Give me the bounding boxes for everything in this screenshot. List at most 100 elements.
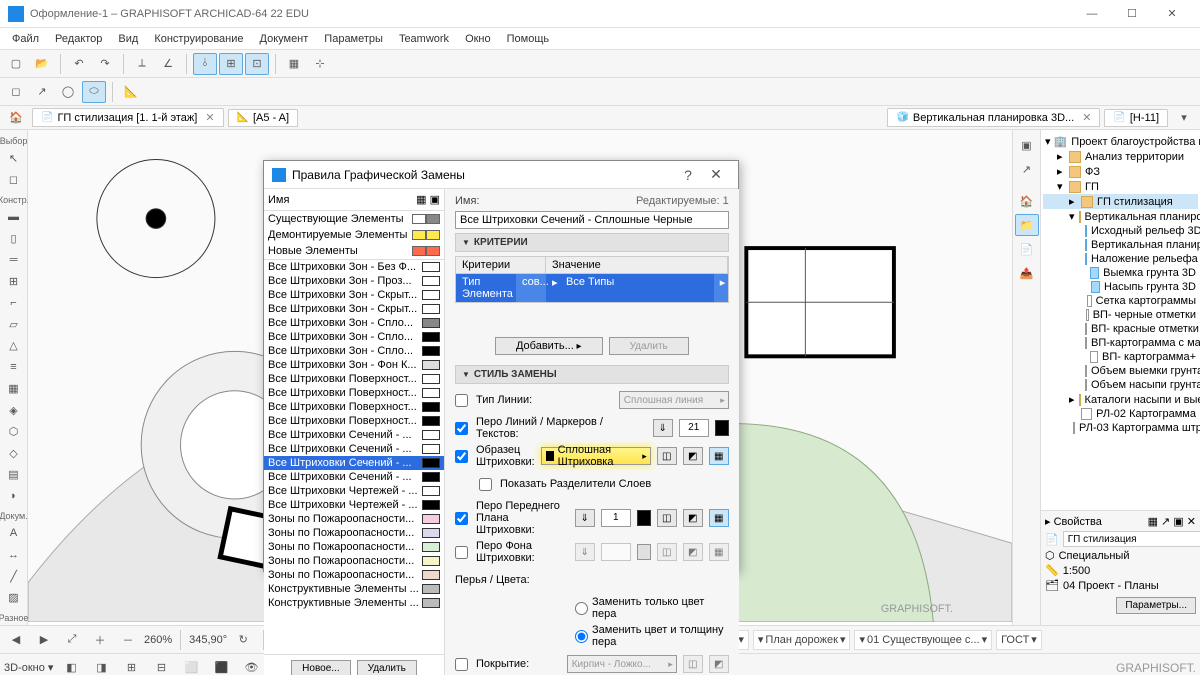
zoom-in-icon[interactable]: ＋ xyxy=(88,629,112,651)
tab-1[interactable]: 📄 ГП стилизация [1. 1-й этаж]✕ xyxy=(32,108,224,127)
rule-row[interactable]: Все Штриховки Зон - Спло... xyxy=(264,344,444,358)
fg-2-icon[interactable]: ◩ xyxy=(683,509,703,527)
3d-window-combo[interactable]: 3D-окно ▾ xyxy=(4,661,53,674)
props-icons[interactable]: ▦ ↗ ▣ ✕ xyxy=(1148,515,1196,528)
nav-viewmap-icon[interactable]: 📁 xyxy=(1015,214,1039,236)
add-criterion-button[interactable]: Добавить... ▸ xyxy=(495,337,603,355)
rule-row[interactable]: Все Штриховки Сечений - ... xyxy=(264,442,444,456)
menu-teamwork[interactable]: Teamwork xyxy=(391,31,457,47)
tree-item[interactable]: ВП- черные отметки xyxy=(1043,308,1198,322)
rule-row[interactable]: Все Штриховки Поверхност... xyxy=(264,400,444,414)
pen-lines-swatch[interactable] xyxy=(715,420,729,436)
shell-tool-icon[interactable]: ◗ xyxy=(2,486,26,506)
stair-tool-icon[interactable]: ≡ xyxy=(2,357,26,377)
window-tool-icon[interactable]: ⊞ xyxy=(2,271,26,291)
menu-edit[interactable]: Редактор xyxy=(47,31,110,47)
criteria-row[interactable]: Тип Элемента сов... ▸ Все Типы ▸ xyxy=(456,274,728,302)
rule-row[interactable]: Все Штриховки Зон - Скрыт... xyxy=(264,288,444,302)
fill-sample-combo[interactable]: Сплошная Штриховка xyxy=(541,447,651,465)
open-icon[interactable]: 📂 xyxy=(30,53,54,75)
tree-item[interactable]: Исходный рельеф 3D xyxy=(1043,224,1198,238)
tab-3[interactable]: 🧊 Вертикальная планировка 3D...✕ xyxy=(887,108,1100,127)
cb-3-icon[interactable]: ⊞ xyxy=(119,657,143,675)
rule-row[interactable]: Зоны по Пожароопасности... xyxy=(264,512,444,526)
redo-icon[interactable]: ↷ xyxy=(93,53,117,75)
grid-snap-icon[interactable]: ⊹ xyxy=(308,53,332,75)
nav-home-icon[interactable]: 🏠 xyxy=(1015,190,1039,212)
tree-item[interactable]: ▸Анализ территории xyxy=(1043,149,1198,164)
props-name-input[interactable] xyxy=(1063,531,1200,547)
fg-1-icon[interactable]: ◫ xyxy=(657,509,677,527)
criteria-section-header[interactable]: КРИТЕРИИ xyxy=(455,233,729,252)
menu-view[interactable]: Вид xyxy=(110,31,146,47)
fill-tool-icon[interactable]: ▨ xyxy=(2,588,26,608)
menu-help[interactable]: Помощь xyxy=(499,31,558,47)
navigator-tree[interactable]: ▾ 🏢Проект благоустройства и озеленения ▸… xyxy=(1041,130,1200,510)
rule-row[interactable]: Конструктивные Элементы ... xyxy=(264,582,444,596)
show-separators-checkbox[interactable] xyxy=(479,478,492,491)
nav-back-icon[interactable]: ◀ xyxy=(4,629,28,651)
fill-sample-checkbox[interactable] xyxy=(455,450,468,463)
sel-lasso-icon[interactable]: ◯ xyxy=(56,81,80,103)
delete-rule-button[interactable]: Удалить xyxy=(357,660,417,675)
rule-row[interactable]: Все Штриховки Сечений - ... xyxy=(264,456,444,470)
nav-publisher-icon[interactable]: 📤 xyxy=(1015,262,1039,284)
cb-4-icon[interactable]: ⊟ xyxy=(149,657,173,675)
tree-item[interactable]: ▸Каталоги насыпи и выемки xyxy=(1043,392,1198,407)
nav-layout-icon[interactable]: 📄 xyxy=(1015,238,1039,260)
rotate-icon[interactable]: ↻ xyxy=(231,629,255,651)
arrow-tool-icon[interactable]: ↖ xyxy=(2,148,26,168)
tree-item[interactable]: ▸ФЗ xyxy=(1043,164,1198,179)
close-button[interactable]: ✕ xyxy=(1152,0,1192,28)
rule-row[interactable]: Зоны по Пожароопасности... xyxy=(264,540,444,554)
tree-item[interactable]: ВП-картограмма с маркерами xyxy=(1043,336,1198,350)
line-type-combo[interactable]: Сплошная линия xyxy=(619,391,729,409)
nav-pop-icon[interactable]: ↗ xyxy=(1015,158,1039,180)
tree-item[interactable]: Насыпь грунта 3D xyxy=(1043,280,1198,294)
fg-3-icon[interactable]: ▦ xyxy=(709,509,729,527)
rule-row[interactable]: Конструктивные Элементы ... xyxy=(264,596,444,610)
beam-tool-icon[interactable]: ═ xyxy=(2,250,26,270)
zoom-fit-icon[interactable]: ⤢ xyxy=(60,629,84,651)
cb-1-icon[interactable]: ◧ xyxy=(59,657,83,675)
menu-window[interactable]: Окно xyxy=(457,31,499,47)
tree-item[interactable]: Сетка картограммы xyxy=(1043,294,1198,308)
rule-row[interactable]: Все Штриховки Зон - Скрыт... xyxy=(264,302,444,316)
rule-name-input[interactable] xyxy=(455,211,729,229)
tree-item[interactable]: Выемка грунта 3D xyxy=(1043,266,1198,280)
tree-item[interactable]: ВП- картограмма+ xyxy=(1043,350,1198,364)
snap-icon[interactable]: ⫰ xyxy=(193,53,217,75)
mesh-tool-icon[interactable]: ▦ xyxy=(2,379,26,399)
pen-lines-arrow-icon[interactable]: ⇓ xyxy=(653,419,673,437)
tree-item[interactable]: Объем насыпи грунта xyxy=(1043,378,1198,392)
rule-row[interactable]: Все Штриховки Зон - Спло... xyxy=(264,316,444,330)
tab-4[interactable]: 📄 [H-11] xyxy=(1104,109,1168,127)
fill-3-icon[interactable]: ▦ xyxy=(709,447,729,465)
rule-row[interactable]: Все Штриховки Поверхност... xyxy=(264,414,444,428)
cb-7-icon[interactable]: 👁 xyxy=(239,657,263,675)
menu-file[interactable]: Файл xyxy=(4,31,47,47)
props-settings-button[interactable]: Параметры... xyxy=(1116,597,1196,614)
tree-item[interactable]: ВП- красные отметки xyxy=(1043,322,1198,336)
menu-design[interactable]: Конструирование xyxy=(146,31,251,47)
fill-2-icon[interactable]: ◩ xyxy=(683,447,703,465)
angle-icon[interactable]: ∠ xyxy=(156,53,180,75)
tree-item[interactable]: ▾Вертикальная планировка xyxy=(1043,209,1198,224)
rule-row[interactable]: Зоны по Пожароопасности... xyxy=(264,526,444,540)
fg-pen-checkbox[interactable] xyxy=(455,512,468,525)
category-new[interactable]: Новые Элементы xyxy=(264,243,444,259)
sel-rect-icon[interactable]: ◻ xyxy=(4,81,28,103)
menu-options[interactable]: Параметры xyxy=(316,31,391,47)
zoom-out-icon[interactable]: － xyxy=(116,629,140,651)
object-tool-icon[interactable]: ⬡ xyxy=(2,421,26,441)
cb-5-icon[interactable]: ⬜ xyxy=(179,657,203,675)
rule-row[interactable]: Все Штриховки Поверхност... xyxy=(264,386,444,400)
pen-lines-checkbox[interactable] xyxy=(455,422,468,435)
rule-row[interactable]: Все Штриховки Поверхност... xyxy=(264,372,444,386)
wall-tool-icon[interactable]: ▬ xyxy=(2,207,26,227)
pen-color-only-radio[interactable] xyxy=(575,602,588,615)
rule-row[interactable]: Зоны по Пожароопасности... xyxy=(264,554,444,568)
rule-row[interactable]: Все Штриховки Зон - Фон К... xyxy=(264,358,444,372)
tree-item[interactable]: РЛ-02 Картограмма xyxy=(1043,407,1198,421)
dialog-help-button[interactable]: ? xyxy=(674,161,702,189)
